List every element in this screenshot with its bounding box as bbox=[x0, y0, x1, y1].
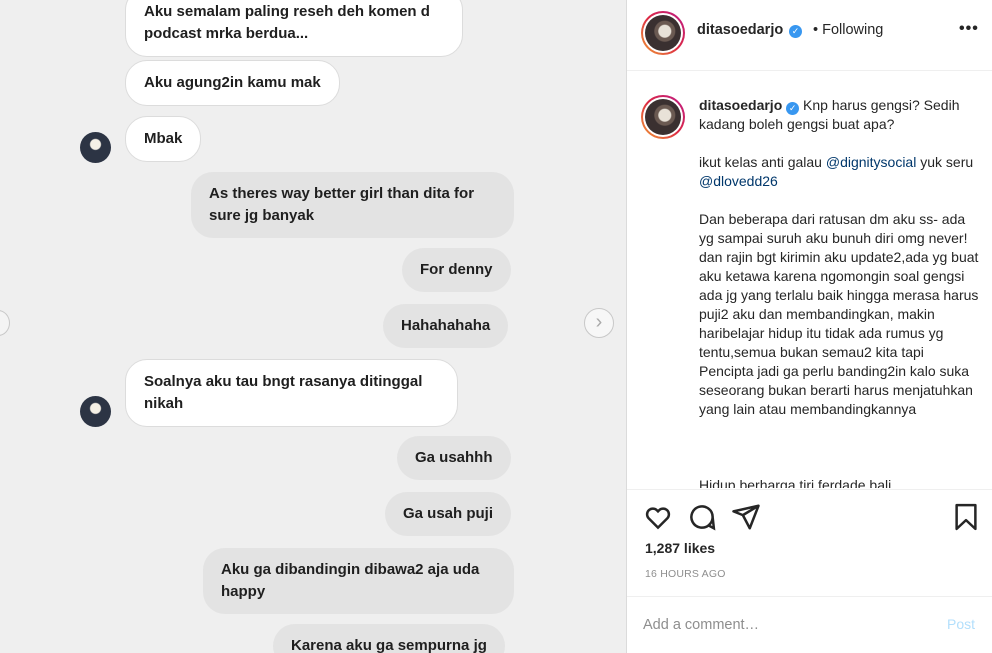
chevron-right-icon[interactable]: › bbox=[584, 308, 614, 338]
more-options-icon[interactable]: ••• bbox=[959, 20, 979, 38]
chat-avatar bbox=[80, 132, 111, 163]
caption-username[interactable]: ditasoedarjo bbox=[699, 97, 782, 113]
chat-bubble-incoming: Mbak bbox=[125, 116, 202, 162]
caption-paragraph-truncated: Hidup berharga tiri ferdade bali bbox=[699, 477, 892, 488]
caption-text: ditasoedarjo ✓ Knp harus gengsi? Sedih k… bbox=[699, 96, 981, 438]
chat-avatar bbox=[80, 396, 111, 427]
avatar[interactable] bbox=[641, 95, 685, 139]
chat-bubble-outgoing: As theres way better girl than dita for … bbox=[191, 172, 514, 238]
post-sidebar: ditasoedarjo ✓ • Following ••• ditasoeda… bbox=[626, 0, 992, 653]
bookmark-icon[interactable] bbox=[951, 502, 981, 532]
caption-line: ikut kelas anti galau bbox=[699, 154, 826, 170]
share-icon[interactable] bbox=[731, 502, 761, 532]
heart-icon[interactable] bbox=[643, 502, 673, 532]
post-timestamp[interactable]: 16 HOURS AGO bbox=[645, 568, 726, 580]
chat-bubble-incoming: Aku semalam paling reseh deh komen d pod… bbox=[125, 0, 463, 57]
likes-count[interactable]: 1,287 likes bbox=[645, 540, 715, 556]
post-media[interactable]: Aku semalam paling reseh deh komen d pod… bbox=[0, 0, 626, 653]
chevron-left-icon[interactable] bbox=[0, 310, 10, 336]
caption-area: ditasoedarjo ✓ Knp harus gengsi? Sedih k… bbox=[627, 72, 992, 488]
caption-line: yuk seru bbox=[916, 154, 974, 170]
post-comment-button[interactable]: Post bbox=[947, 616, 975, 632]
comment-icon[interactable] bbox=[687, 502, 717, 532]
verified-badge-icon: ✓ bbox=[786, 102, 800, 115]
post-header: ditasoedarjo ✓ • Following ••• bbox=[627, 0, 992, 71]
mention-link[interactable]: @dlovedd26 bbox=[699, 173, 778, 189]
chat-bubble-outgoing: Ga usah puji bbox=[385, 492, 512, 536]
header-username[interactable]: ditasoedarjo bbox=[697, 22, 783, 38]
chat-bubble-outgoing: Ga usahhh bbox=[397, 436, 511, 480]
chat-bubble-outgoing: Hahahahaha bbox=[383, 304, 509, 348]
chat-bubble-incoming: Soalnya aku tau bngt rasanya ditinggal n… bbox=[125, 359, 458, 427]
caption-paragraph: Dan beberapa dari ratusan dm aku ss- ada… bbox=[699, 211, 979, 417]
avatar[interactable] bbox=[641, 11, 685, 55]
action-bar bbox=[627, 489, 992, 545]
comment-form: Post bbox=[627, 596, 992, 653]
chat-bubble-outgoing: Aku ga dibandingin dibawa2 aja uda happy bbox=[203, 548, 514, 614]
following-button[interactable]: • Following bbox=[813, 22, 883, 38]
comment-input[interactable] bbox=[643, 613, 923, 637]
mention-link[interactable]: @dignitysocial bbox=[826, 154, 916, 170]
chat-bubble-outgoing: For denny bbox=[402, 248, 511, 292]
chat-bubble-incoming: Aku agung2in kamu mak bbox=[125, 60, 340, 106]
verified-badge-icon: ✓ bbox=[789, 25, 802, 38]
chat-bubble-outgoing: Karena aku ga sempurna jg bbox=[273, 624, 505, 653]
